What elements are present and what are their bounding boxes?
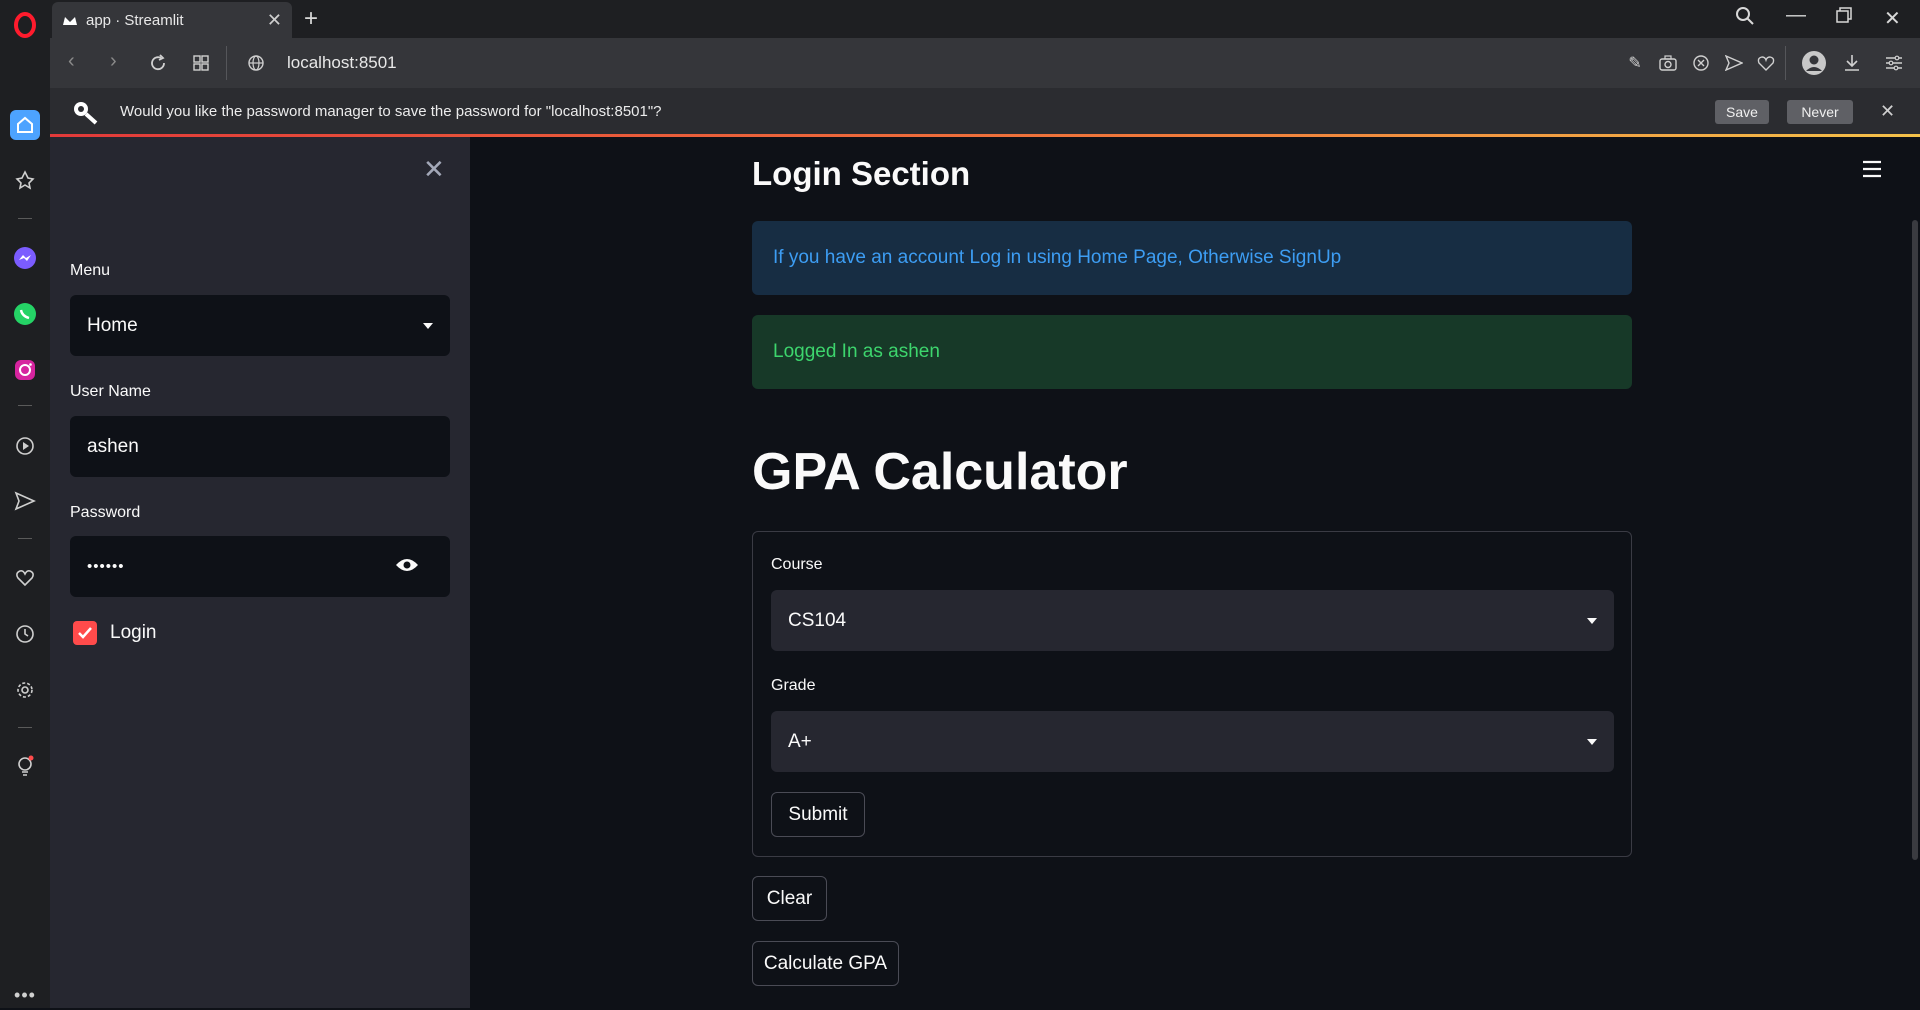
site-info-globe-icon[interactable] xyxy=(245,52,267,74)
info-alert: If you have an account Log in using Home… xyxy=(752,221,1632,295)
course-selected-value: CS104 xyxy=(788,609,847,631)
success-alert-text: Logged In as ashen xyxy=(773,341,940,362)
home-icon[interactable] xyxy=(10,110,40,140)
never-save-button[interactable]: Never xyxy=(1787,100,1853,124)
player-icon[interactable] xyxy=(10,431,40,461)
flow-send-icon[interactable] xyxy=(1723,52,1745,74)
toolbar-divider xyxy=(1785,46,1786,80)
password-label: Password xyxy=(70,504,141,521)
url-field[interactable]: localhost:8501 xyxy=(287,53,397,73)
restore-icon[interactable] xyxy=(1835,6,1853,30)
rail-separator xyxy=(18,538,32,539)
grade-select[interactable]: A+ xyxy=(771,711,1614,772)
tab-close-icon[interactable]: ✕ xyxy=(267,10,282,31)
rail-separator xyxy=(18,405,32,406)
checkmark-icon xyxy=(78,627,92,639)
heart-icon[interactable] xyxy=(10,563,40,593)
opera-logo-icon[interactable] xyxy=(10,10,40,40)
browser-side-rail: ••• xyxy=(0,0,50,1008)
main-menu-hamburger-icon[interactable] xyxy=(1862,160,1882,183)
success-alert: Logged In as ashen xyxy=(752,315,1632,389)
main-scrollbar[interactable] xyxy=(1912,220,1918,860)
infobar-close-icon[interactable]: ✕ xyxy=(1880,101,1895,122)
rail-separator xyxy=(18,727,32,728)
grade-label: Grade xyxy=(771,677,816,694)
minimize-icon[interactable]: — xyxy=(1786,4,1806,27)
menu-selected-value: Home xyxy=(87,314,138,336)
forward-icon[interactable]: › xyxy=(110,50,117,73)
profile-avatar-icon[interactable] xyxy=(1800,49,1828,77)
clear-button[interactable]: Clear xyxy=(752,876,827,921)
search-tabs-icon[interactable] xyxy=(1735,6,1755,32)
settings-gear-icon[interactable] xyxy=(10,675,40,705)
lightbulb-icon[interactable] xyxy=(10,752,40,782)
reload-icon[interactable] xyxy=(147,52,169,74)
chevron-down-icon xyxy=(1587,738,1597,745)
close-window-icon[interactable]: ✕ xyxy=(1884,6,1901,31)
back-icon[interactable]: ‹ xyxy=(68,50,75,73)
streamlit-crown-icon xyxy=(63,17,77,25)
send-icon[interactable] xyxy=(10,486,40,516)
calculate-gpa-button[interactable]: Calculate GPA xyxy=(752,941,899,986)
password-value: •••••• xyxy=(87,558,125,575)
show-password-eye-icon[interactable] xyxy=(395,557,419,578)
bookmark-heart-icon[interactable] xyxy=(1755,52,1777,74)
menu-select[interactable]: Home xyxy=(70,295,450,356)
key-search-icon xyxy=(71,99,99,130)
browser-tab[interactable]: app · Streamlit ✕ xyxy=(52,2,292,38)
tabs-grid-icon[interactable] xyxy=(190,52,212,74)
login-checkbox-label: Login xyxy=(110,622,157,643)
more-options-icon[interactable]: ••• xyxy=(10,980,40,1010)
whatsapp-icon[interactable] xyxy=(10,299,40,329)
snapshot-edit-icon[interactable]: ✎ xyxy=(1624,52,1646,74)
history-icon[interactable] xyxy=(10,619,40,649)
messenger-icon[interactable] xyxy=(10,243,40,273)
password-input[interactable]: •••••• xyxy=(70,536,450,597)
username-label: User Name xyxy=(70,383,151,400)
login-section-heading: Login Section xyxy=(752,155,971,192)
tab-title: app · Streamlit xyxy=(86,11,184,29)
login-checkbox[interactable] xyxy=(73,621,97,645)
instagram-icon[interactable] xyxy=(10,355,40,385)
chevron-down-icon xyxy=(423,322,433,329)
address-divider xyxy=(226,46,227,80)
chevron-down-icon xyxy=(1587,617,1597,624)
course-select[interactable]: CS104 xyxy=(771,590,1614,651)
menu-label: Menu xyxy=(70,262,111,279)
gpa-form xyxy=(752,531,1632,857)
tab-strip xyxy=(50,0,1920,38)
username-value: ashen xyxy=(87,435,139,457)
rail-separator xyxy=(18,218,32,219)
new-tab-icon[interactable]: + xyxy=(304,5,318,33)
gpa-calculator-title: GPA Calculator xyxy=(752,443,1128,501)
username-input[interactable]: ashen xyxy=(70,416,450,477)
camera-icon[interactable] xyxy=(1657,52,1679,74)
course-label: Course xyxy=(771,556,823,573)
pinboard-icon[interactable] xyxy=(10,165,40,195)
download-icon[interactable] xyxy=(1841,52,1863,74)
grade-selected-value: A+ xyxy=(788,730,812,752)
easy-setup-icon[interactable] xyxy=(1883,52,1905,74)
collapse-sidebar-icon[interactable]: ✕ xyxy=(423,154,445,185)
info-alert-text: If you have an account Log in using Home… xyxy=(773,247,1342,268)
ad-blocker-icon[interactable] xyxy=(1690,52,1712,74)
submit-button[interactable]: Submit xyxy=(771,792,865,837)
save-password-button[interactable]: Save xyxy=(1715,100,1769,124)
password-prompt-text: Would you like the password manager to s… xyxy=(120,103,662,120)
